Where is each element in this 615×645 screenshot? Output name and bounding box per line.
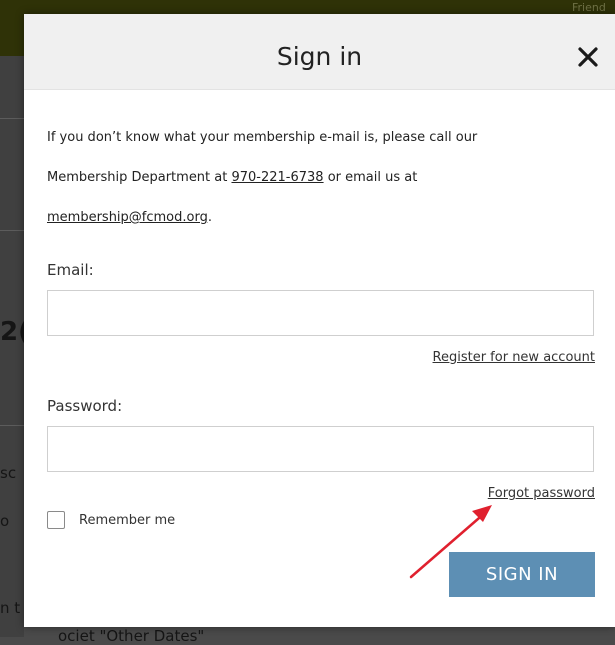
info-text-line-1: If you don’t know what your membership e… xyxy=(47,130,477,145)
password-label: Password: xyxy=(47,397,123,415)
phone-link[interactable]: 970-221-6738 xyxy=(231,170,323,185)
email-link[interactable]: membership@fcmod.org xyxy=(47,210,208,225)
background-divider xyxy=(0,230,24,231)
sign-in-button[interactable]: SIGN IN xyxy=(449,552,595,597)
register-link[interactable]: Register for new account xyxy=(433,350,595,365)
sign-in-modal: Sign in If you don’t know what your memb… xyxy=(24,14,615,627)
background-text-fragment: sc xyxy=(0,464,17,482)
info-text-line-3: membership@fcmod.org. xyxy=(47,210,212,225)
background-divider xyxy=(0,425,24,426)
remember-me-label: Remember me xyxy=(79,512,176,528)
info-text-line-2: Membership Department at 970-221-6738 or… xyxy=(47,170,417,185)
background-divider xyxy=(0,118,24,119)
password-field[interactable] xyxy=(47,426,594,472)
info-text: or email us at xyxy=(323,170,418,185)
info-text: . xyxy=(207,210,212,225)
background-text-fragment: n t xyxy=(0,599,21,617)
close-button[interactable] xyxy=(573,42,603,72)
info-text: Membership Department at xyxy=(47,170,232,185)
remember-me[interactable]: Remember me xyxy=(47,510,175,530)
email-label: Email: xyxy=(47,261,94,279)
background-text-fragment: o xyxy=(0,512,10,530)
info-text: If you don’t know what your membership e… xyxy=(47,130,478,145)
close-icon xyxy=(578,47,598,67)
forgot-password-link[interactable]: Forgot password xyxy=(488,486,595,501)
modal-header: Sign in xyxy=(24,14,615,90)
remember-me-checkbox[interactable] xyxy=(47,511,65,529)
email-field[interactable] xyxy=(47,290,594,336)
background-text-fragment: ociet "Other Dates" xyxy=(58,627,205,645)
modal-title: Sign in xyxy=(276,42,363,71)
